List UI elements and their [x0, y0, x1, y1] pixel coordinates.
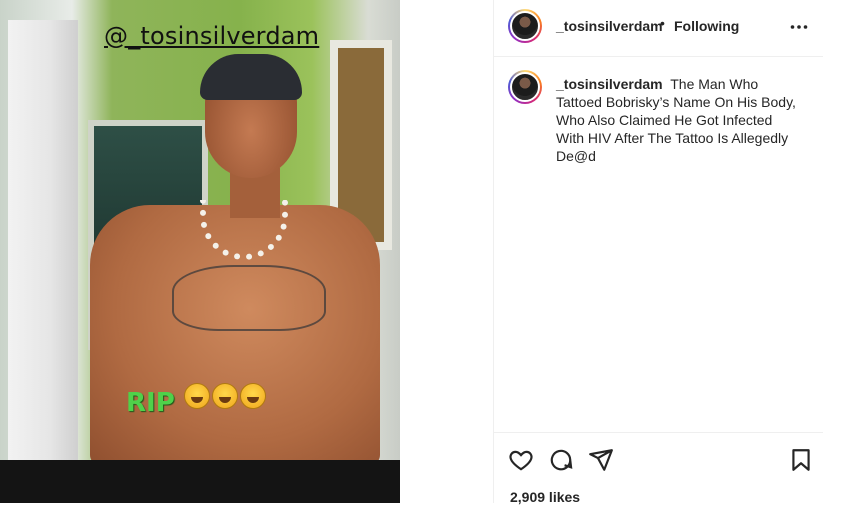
image-overlay-handle: @_tosinsilverdam: [104, 22, 320, 50]
heart-icon[interactable]: [508, 447, 534, 473]
following-button[interactable]: Following: [674, 18, 739, 34]
post-image[interactable]: @_tosinsilverdam RIP: [0, 0, 400, 503]
comment-icon[interactable]: [548, 447, 574, 473]
bookmark-icon[interactable]: [788, 447, 814, 473]
caption-username[interactable]: _tosinsilverdam: [556, 76, 663, 92]
action-bar: 2,909 likes: [494, 432, 824, 505]
crying-emoji-icon: [240, 383, 266, 409]
send-icon[interactable]: [588, 447, 614, 473]
caption: _tosinsilverdam The Man Who Tattoed Bobr…: [556, 75, 804, 165]
image-overlay-rip: RIP: [126, 388, 175, 418]
crying-emoji-icon: [212, 383, 238, 409]
caption-area: _tosinsilverdam The Man Who Tattoed Bobr…: [494, 57, 824, 432]
caption-avatar[interactable]: [508, 70, 542, 104]
crying-emoji-icon: [184, 383, 210, 409]
cap: [200, 54, 302, 100]
page-margin: [823, 0, 859, 503]
header-username[interactable]: _tosinsilverdam: [556, 18, 663, 34]
floor-band: [0, 460, 400, 503]
post-side-panel: _tosinsilverdam • Following _tosinsilver…: [493, 0, 824, 505]
post-header: _tosinsilverdam • Following: [494, 0, 824, 57]
avatar[interactable]: [508, 9, 542, 43]
more-options-icon[interactable]: [790, 14, 808, 35]
separator-dot: •: [660, 15, 665, 31]
chest-tattoo: [172, 265, 326, 331]
